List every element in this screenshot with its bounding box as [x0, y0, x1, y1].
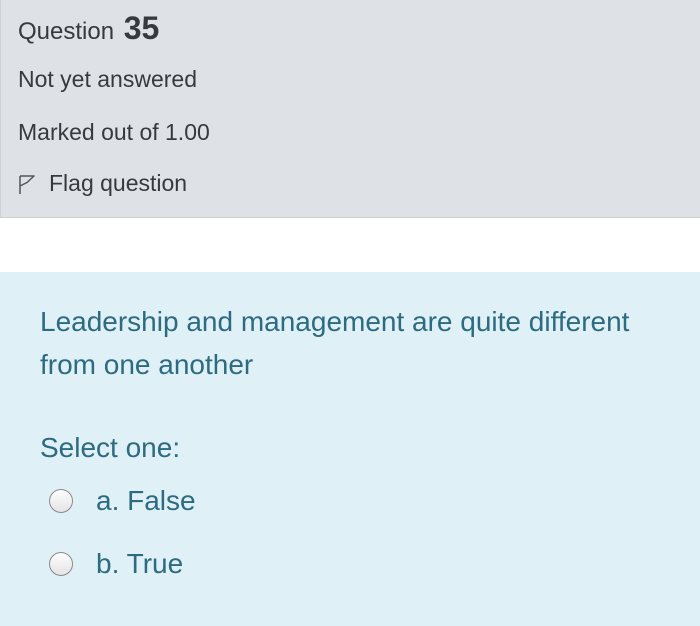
question-info-panel: Question 35 Not yet answered Marked out …	[0, 0, 700, 218]
answer-label-false: a. False	[96, 485, 196, 516]
answer-label-true: b. True	[96, 548, 184, 579]
question-grade: Marked out of 1.00	[18, 119, 210, 145]
flag-icon	[19, 174, 35, 194]
question-label: Question	[18, 18, 115, 45]
radio-button-false[interactable]	[49, 489, 73, 513]
question-number-heading: Question 35	[18, 10, 159, 47]
question-number: 35	[123, 10, 160, 46]
answer-option-false[interactable]: a. False	[49, 485, 196, 517]
answer-option-true[interactable]: b. True	[49, 548, 183, 580]
flag-question-label: Flag question	[49, 170, 188, 196]
question-text: Leadership and management are quite diff…	[40, 306, 630, 380]
question-content-panel: Leadership and management are quite diff…	[0, 272, 700, 626]
question-state: Not yet answered	[18, 66, 197, 92]
select-one-prompt: Select one:	[40, 432, 181, 463]
flag-question-link[interactable]: Flag question	[17, 170, 187, 197]
radio-button-true[interactable]	[49, 552, 73, 576]
